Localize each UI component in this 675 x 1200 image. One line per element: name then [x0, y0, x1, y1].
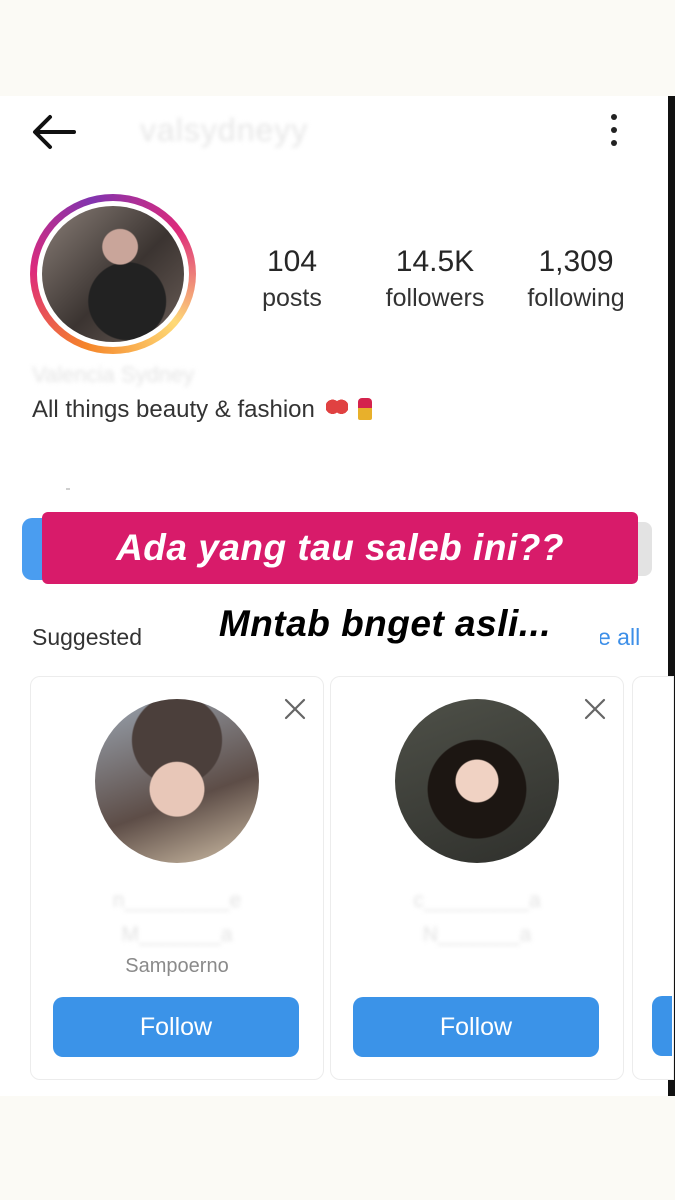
avatar-photo: [42, 206, 184, 342]
close-icon[interactable]: [283, 697, 307, 721]
divider-dot: [66, 488, 70, 490]
stat-value: 104: [266, 245, 318, 278]
stat-value: 14.5K: [395, 245, 475, 278]
profile-avatar[interactable]: [30, 194, 196, 354]
profile-username: valsydneyy: [140, 112, 309, 148]
suggested-card[interactable]: n_________e M_______a Sampoerno Follow: [30, 676, 324, 1080]
stat-value: 1,309: [538, 245, 614, 278]
lipstick-icon: [358, 398, 373, 420]
suggested-card[interactable]: c_________a N_______a Follow: [330, 676, 624, 1080]
follow-button[interactable]: Follow: [53, 997, 299, 1057]
follow-button-partial[interactable]: [652, 996, 672, 1056]
suggested-username[interactable]: n_________e: [31, 889, 323, 913]
close-icon[interactable]: [583, 697, 607, 721]
see-all-link[interactable]: e all: [598, 624, 640, 651]
stat-followers[interactable]: 14.5K followers: [365, 244, 505, 313]
suggested-extra: Sampoerno: [125, 955, 229, 977]
message-button-edge[interactable]: [636, 522, 652, 576]
stat-label: posts: [262, 284, 322, 312]
stat-following[interactable]: 1,309 following: [506, 244, 646, 313]
more-vertical-icon[interactable]: [604, 112, 624, 148]
follow-button[interactable]: Follow: [353, 997, 599, 1057]
stat-label: following: [527, 284, 625, 312]
bio-text: All things beauty & fashion: [32, 396, 315, 423]
stat-label: followers: [385, 284, 485, 312]
arrow-left-icon[interactable]: [30, 112, 78, 152]
ribbon-icon: [325, 398, 348, 420]
suggested-subname: N_______a: [422, 923, 532, 946]
stat-posts[interactable]: 104 posts: [222, 244, 362, 313]
overlay-caption-bottom: Mntab bnget asli...: [170, 590, 600, 658]
suggested-username[interactable]: c_________a: [331, 889, 623, 913]
suggested-avatar[interactable]: [395, 699, 559, 863]
profile-bio: All things beauty & fashion: [32, 396, 373, 424]
overlay-caption-top: Ada yang tau saleb ini??: [42, 512, 638, 584]
suggested-subname: M_______a: [121, 923, 233, 946]
suggested-avatar[interactable]: [95, 699, 259, 863]
suggested-label: Suggested: [32, 624, 142, 650]
profile-full-name: Valencia Sydney: [32, 362, 195, 387]
